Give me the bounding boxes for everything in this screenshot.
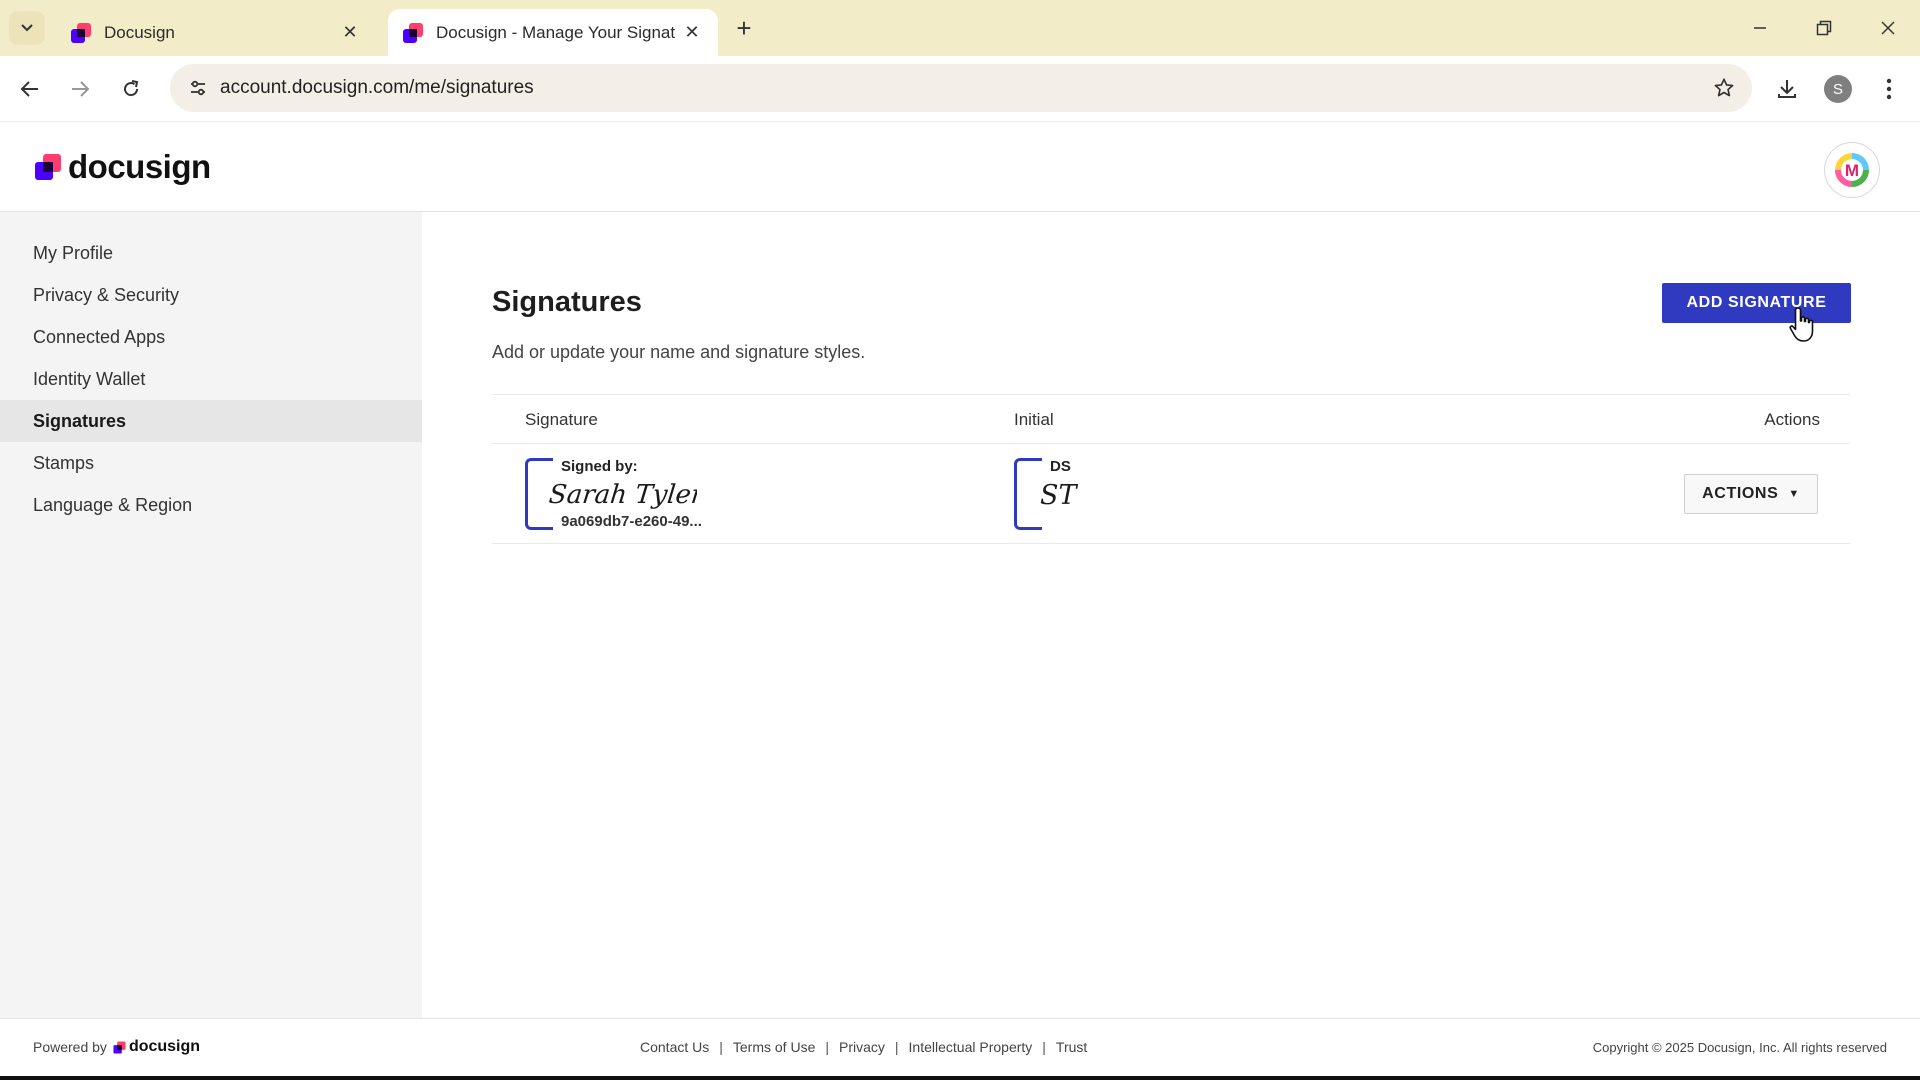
powered-by-label: Powered by bbox=[33, 1039, 107, 1055]
user-avatar-icon: M bbox=[1835, 153, 1869, 187]
screen-bottom-edge bbox=[0, 1076, 1920, 1080]
tab-search-button[interactable] bbox=[9, 11, 45, 45]
browser-tabbar: Docusign ✕ Docusign - Manage Your Signat… bbox=[0, 0, 1920, 56]
browser-menu-button[interactable] bbox=[1870, 70, 1908, 108]
restore-button[interactable] bbox=[1804, 12, 1844, 44]
signature-image: Sarah Tyler bbox=[547, 480, 697, 510]
kebab-menu-icon bbox=[1886, 78, 1892, 100]
sidebar-item-privacy-security[interactable]: Privacy & Security bbox=[0, 274, 422, 316]
sidebar-item-my-profile[interactable]: My Profile bbox=[0, 232, 422, 274]
minimize-button[interactable] bbox=[1740, 12, 1780, 44]
column-header-actions: Actions bbox=[1764, 410, 1820, 429]
close-window-button[interactable] bbox=[1868, 12, 1908, 44]
browser-tab-manage-signatures[interactable]: Docusign - Manage Your Signat ✕ bbox=[388, 9, 718, 56]
actions-dropdown-button[interactable]: ACTIONS ▼ bbox=[1684, 474, 1818, 514]
add-signature-button[interactable]: ADD SIGNATURE bbox=[1662, 283, 1851, 323]
signature-handwriting: Sarah Tyler bbox=[547, 480, 697, 510]
signature-id: 9a069db7-e260-49... bbox=[561, 513, 702, 530]
site-info-button[interactable] bbox=[182, 72, 214, 104]
browser-tab-docusign[interactable]: Docusign ✕ bbox=[56, 9, 376, 56]
sidebar-item-signatures[interactable]: Signatures bbox=[0, 400, 422, 442]
restore-icon bbox=[1816, 20, 1832, 36]
reload-button[interactable] bbox=[112, 70, 150, 108]
downloads-button[interactable] bbox=[1768, 70, 1806, 108]
mouse-pointer-hand-icon bbox=[1789, 307, 1814, 342]
url-text: account.docusign.com/me/signatures bbox=[220, 77, 534, 98]
docusign-logo-icon bbox=[113, 1040, 126, 1054]
page-footer: Powered by docusign Contact Us | Terms o… bbox=[0, 1018, 1920, 1076]
footer-link-terms-of-use[interactable]: Terms of Use bbox=[733, 1039, 815, 1055]
footer-logo-text: docusign bbox=[128, 1038, 201, 1055]
minimize-icon bbox=[1754, 27, 1766, 29]
initial-label: DS bbox=[1050, 458, 1071, 475]
sidebar-item-identity-wallet[interactable]: Identity Wallet bbox=[0, 358, 422, 400]
profile-avatar: S bbox=[1824, 75, 1852, 103]
address-bar[interactable]: account.docusign.com/me/signatures bbox=[170, 64, 1752, 112]
profile-button[interactable]: S bbox=[1819, 70, 1857, 108]
page-title: Signatures bbox=[492, 286, 642, 318]
docusign-favicon-icon bbox=[403, 22, 423, 43]
footer-link-contact-us[interactable]: Contact Us bbox=[640, 1039, 709, 1055]
footer-link-intellectual-property[interactable]: Intellectual Property bbox=[909, 1039, 1033, 1055]
table-row: Signed by: Sarah Tyler 9a069db7-e260-49.… bbox=[492, 444, 1850, 544]
tune-icon bbox=[191, 80, 205, 96]
chevron-down-icon bbox=[21, 24, 33, 32]
signed-by-label: Signed by: bbox=[561, 458, 638, 475]
actions-label: ACTIONS bbox=[1702, 485, 1779, 502]
signatures-panel: Signatures Add or update your name and s… bbox=[422, 212, 1920, 1018]
forward-arrow-icon bbox=[72, 81, 90, 97]
app-header: docusign M bbox=[0, 122, 1920, 212]
table-header: Signature Initial Actions bbox=[492, 394, 1850, 444]
close-tab-icon[interactable]: ✕ bbox=[338, 21, 362, 45]
footer-separator: | bbox=[825, 1039, 829, 1055]
forward-button[interactable] bbox=[61, 70, 99, 108]
new-tab-button[interactable]: + bbox=[730, 13, 758, 43]
bookmark-button[interactable] bbox=[1710, 74, 1738, 102]
page-subtitle: Add or update your name and signature st… bbox=[492, 342, 866, 362]
sidebar-item-language-region[interactable]: Language & Region bbox=[0, 484, 422, 526]
copyright-text: Copyright © 2025 Docusign, Inc. All righ… bbox=[1592, 1040, 1887, 1055]
initial-handwriting: ST bbox=[1040, 480, 1078, 511]
footer-link-privacy[interactable]: Privacy bbox=[839, 1039, 885, 1055]
close-tab-icon[interactable]: ✕ bbox=[680, 21, 704, 45]
browser-toolbar: account.docusign.com/me/signatures S bbox=[0, 56, 1920, 122]
download-icon bbox=[1778, 80, 1796, 98]
tab-title: Docusign - Manage Your Signat bbox=[436, 22, 676, 42]
star-icon bbox=[1714, 78, 1734, 97]
docusign-favicon-icon bbox=[71, 22, 91, 43]
user-avatar-button[interactable]: M bbox=[1824, 142, 1880, 198]
sidebar-item-stamps[interactable]: Stamps bbox=[0, 442, 422, 484]
logo-text: docusign bbox=[68, 148, 211, 185]
docusign-logo-icon bbox=[35, 154, 61, 180]
docusign-logo[interactable]: docusign bbox=[34, 148, 211, 186]
footer-separator: | bbox=[1042, 1039, 1046, 1055]
initial-preview: DS ST bbox=[1014, 458, 1134, 530]
signature-preview: Signed by: Sarah Tyler 9a069db7-e260-49.… bbox=[525, 458, 765, 530]
tab-title: Docusign bbox=[104, 22, 175, 42]
sidebar-item-connected-apps[interactable]: Connected Apps bbox=[0, 316, 422, 358]
initial-image: ST bbox=[1040, 480, 1078, 511]
close-icon bbox=[1881, 21, 1895, 35]
settings-sidebar: My Profile Privacy & Security Connected … bbox=[0, 212, 422, 1018]
column-header-signature: Signature bbox=[525, 410, 598, 429]
footer-separator: | bbox=[719, 1039, 723, 1055]
back-button[interactable] bbox=[11, 70, 49, 108]
powered-by: Powered by docusign bbox=[33, 1038, 200, 1056]
footer-logo: docusign bbox=[113, 1038, 200, 1056]
avatar-initial: M bbox=[1845, 161, 1859, 180]
footer-links: Contact Us | Terms of Use | Privacy | In… bbox=[640, 1039, 1087, 1055]
footer-link-trust[interactable]: Trust bbox=[1056, 1039, 1087, 1055]
signatures-table: Signature Initial Actions Signed by: Sar… bbox=[492, 394, 1850, 544]
caret-down-icon: ▼ bbox=[1788, 488, 1800, 500]
back-arrow-icon bbox=[20, 81, 38, 97]
column-header-initial: Initial bbox=[1014, 410, 1054, 429]
footer-separator: | bbox=[894, 1039, 899, 1055]
reload-icon bbox=[124, 80, 139, 97]
